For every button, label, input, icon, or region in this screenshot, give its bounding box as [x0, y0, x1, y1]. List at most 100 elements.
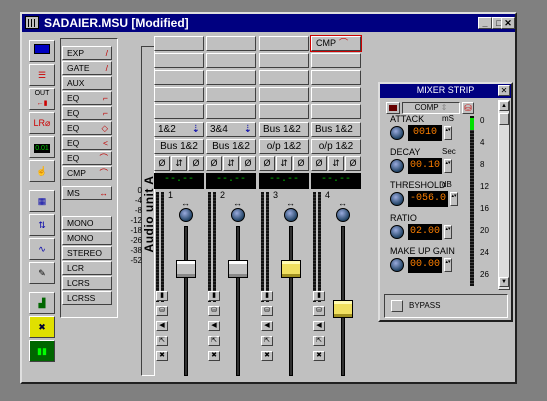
insert-slot[interactable]: [311, 104, 361, 119]
scroll-up-button[interactable]: ▲: [499, 101, 509, 111]
insert-slot[interactable]: [311, 70, 361, 85]
lr-icon[interactable]: ⇵: [276, 156, 292, 171]
param-knob[interactable]: [390, 126, 404, 140]
insert-slot[interactable]: [154, 53, 204, 68]
mute-button[interactable]: ▮: [261, 291, 273, 301]
insert-slot[interactable]: [259, 87, 309, 102]
phase-icon[interactable]: Ø: [206, 156, 222, 171]
filter-bank-icon[interactable]: ☰: [29, 64, 55, 86]
phase-icon[interactable]: Ø: [345, 156, 361, 171]
pan-knob[interactable]: [179, 208, 193, 222]
module-lcr[interactable]: LCR: [62, 261, 112, 275]
module-select[interactable]: COMP ⇕: [402, 102, 460, 114]
scroll-thumb[interactable]: [499, 113, 509, 125]
param-spin-button[interactable]: ▴▾: [450, 192, 458, 206]
module-eq[interactable]: EQ <: [62, 136, 112, 150]
patch-icon[interactable]: ⇅: [29, 214, 55, 236]
param-knob[interactable]: [390, 225, 404, 239]
solo-button[interactable]: ⛁: [261, 306, 273, 316]
spectrum-icon[interactable]: ▟: [29, 292, 55, 314]
bus-select[interactable]: o/p 1&2: [259, 139, 309, 154]
insert-slot[interactable]: [206, 70, 256, 85]
edit-button[interactable]: ⇱: [261, 336, 273, 346]
module-eq[interactable]: EQ ⌒: [62, 151, 112, 165]
app-icon[interactable]: [25, 16, 39, 29]
channel-fader[interactable]: [176, 259, 196, 278]
insert-slot[interactable]: [154, 36, 204, 51]
param-knob[interactable]: [390, 258, 404, 272]
param-spin-button[interactable]: ▴▾: [444, 126, 452, 140]
phase-icon[interactable]: Ø: [188, 156, 204, 171]
param-spin-button[interactable]: ▴▾: [444, 258, 452, 272]
close-button[interactable]: ✕: [501, 17, 515, 29]
minimize-button[interactable]: _: [478, 17, 492, 29]
param-knob[interactable]: [390, 192, 404, 206]
monitor-button[interactable]: ◀: [261, 321, 273, 331]
bypass-checkbox[interactable]: [391, 300, 403, 312]
module-eq[interactable]: EQ ⌐: [62, 106, 112, 120]
pan-knob[interactable]: [336, 208, 350, 222]
input-select[interactable]: 1&2 ⇣: [154, 122, 204, 137]
insert-slot[interactable]: [259, 104, 309, 119]
out-route-icon[interactable]: OUT ←▮: [29, 88, 55, 110]
pan-knob[interactable]: [284, 208, 298, 222]
phase-icon[interactable]: Ø: [259, 156, 275, 171]
edit-button[interactable]: ⇱: [313, 336, 325, 346]
mute-button[interactable]: ▮: [313, 291, 325, 301]
insert-slot[interactable]: [311, 53, 361, 68]
delete-button[interactable]: ✖: [261, 351, 273, 361]
monitor-button[interactable]: ◀: [156, 321, 168, 331]
channel-fader[interactable]: [281, 259, 301, 278]
title-bar[interactable]: SADAIER.MSU [Modified] _ □ ✕: [22, 14, 515, 32]
monitor-button[interactable]: ◀: [208, 321, 220, 331]
delete-button[interactable]: ✖: [156, 351, 168, 361]
lr-icon[interactable]: ⇵: [223, 156, 239, 171]
scope-icon[interactable]: ∿: [29, 238, 55, 260]
phase-icon[interactable]: Ø: [154, 156, 170, 171]
input-select[interactable]: Bus 1&2: [311, 122, 361, 137]
edit-button[interactable]: ⇱: [208, 336, 220, 346]
delete-button[interactable]: ✖: [313, 351, 325, 361]
scroll-down-button[interactable]: ▼: [499, 277, 509, 287]
panel-title-bar[interactable]: MIXER STRIP ✕: [380, 84, 511, 98]
panel-io-button[interactable]: [386, 102, 400, 114]
insert-slot[interactable]: [154, 70, 204, 85]
input-select[interactable]: 3&4 ⇣: [206, 122, 256, 137]
level-display-icon[interactable]: 0.01: [29, 136, 55, 158]
insert-slot[interactable]: CMP ⌒: [310, 35, 362, 52]
solo-button[interactable]: ⛁: [313, 306, 325, 316]
panel-remove-button[interactable]: ⛁: [462, 102, 474, 114]
bus-select[interactable]: o/p 1&2: [311, 139, 361, 154]
module-lcrs[interactable]: LCRS: [62, 276, 112, 290]
solo-button[interactable]: ⛁: [208, 306, 220, 316]
phase-icon[interactable]: Ø: [293, 156, 309, 171]
module-eq[interactable]: EQ ⌐: [62, 91, 112, 105]
module-mono[interactable]: MONO: [62, 216, 112, 230]
bus-select[interactable]: Bus 1&2: [206, 139, 256, 154]
delete-button[interactable]: ✖: [208, 351, 220, 361]
channel-fader[interactable]: [333, 300, 353, 319]
edit-button[interactable]: ⇱: [156, 336, 168, 346]
io-icon[interactable]: [29, 40, 55, 62]
insert-slot[interactable]: [206, 87, 256, 102]
module-lcrss[interactable]: LCRSS: [62, 291, 112, 305]
insert-slot[interactable]: [259, 36, 309, 51]
solo-button[interactable]: ⛁: [156, 306, 168, 316]
module-exp[interactable]: EXP /: [62, 46, 112, 60]
phase-icon[interactable]: Ø: [311, 156, 327, 171]
input-select[interactable]: Bus 1&2: [259, 122, 309, 137]
pen-icon[interactable]: ✎: [29, 262, 55, 284]
param-display[interactable]: -056.0: [408, 191, 448, 207]
module-aux[interactable]: AUX: [62, 76, 112, 90]
phase-icon[interactable]: Ø: [240, 156, 256, 171]
module-gate[interactable]: GATE /: [62, 61, 112, 75]
bus-select[interactable]: Bus 1&2: [154, 139, 204, 154]
insert-slot[interactable]: [259, 53, 309, 68]
insert-slot[interactable]: [154, 87, 204, 102]
insert-slot[interactable]: [259, 70, 309, 85]
lr-icon[interactable]: ⇵: [171, 156, 187, 171]
module-ms[interactable]: MS ↔: [62, 186, 112, 200]
lr-phase-icon[interactable]: LR⌀: [29, 112, 55, 134]
insert-slot[interactable]: [206, 104, 256, 119]
panel-close-button[interactable]: ✕: [498, 85, 510, 96]
